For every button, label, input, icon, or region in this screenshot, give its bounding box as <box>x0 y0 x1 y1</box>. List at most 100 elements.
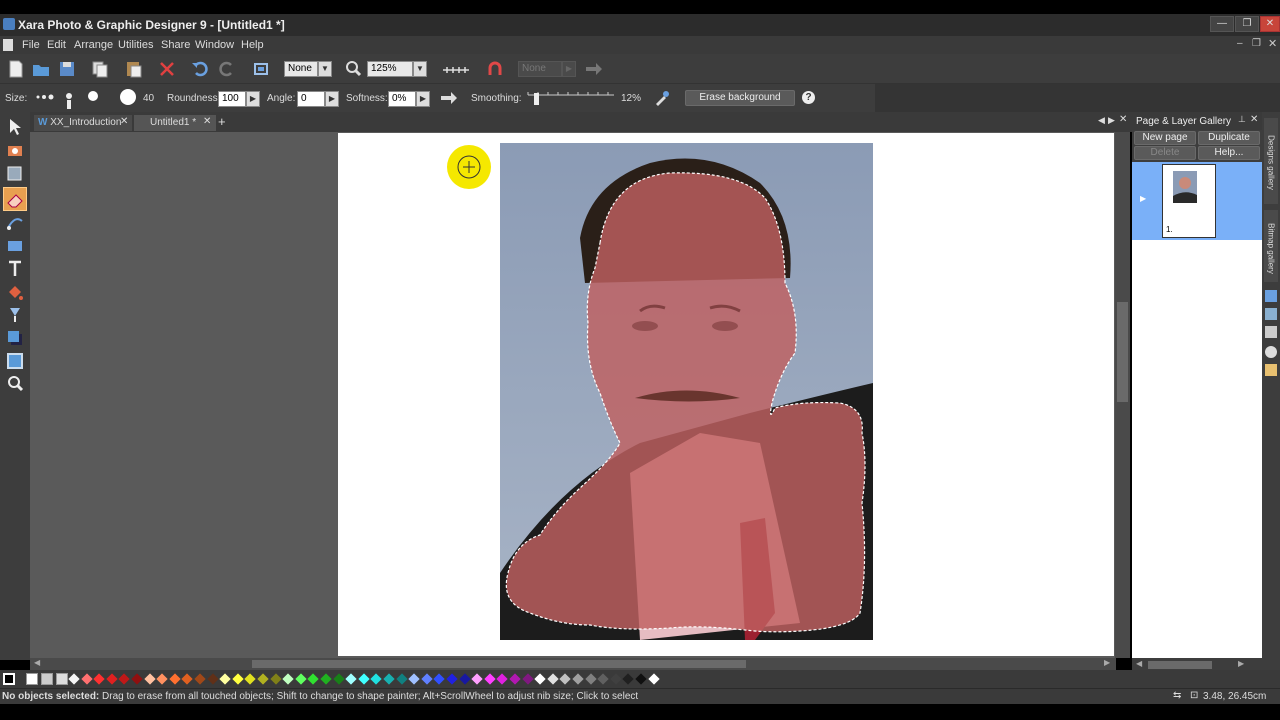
colour-swatch[interactable] <box>358 673 370 685</box>
roundness-arrow[interactable]: ▶ <box>246 91 260 107</box>
colour-swatch[interactable] <box>332 673 345 685</box>
size-medium-nib-icon[interactable] <box>86 89 100 103</box>
help-icon[interactable]: ? <box>802 91 815 104</box>
delete-icon[interactable] <box>157 59 177 79</box>
colour-swatch[interactable] <box>635 673 647 685</box>
colour-swatch[interactable] <box>408 673 420 685</box>
horizontal-scrollbar[interactable]: ◀ ▶ <box>30 658 1116 670</box>
colour-swatch[interactable] <box>156 673 168 685</box>
roundness-field[interactable]: 100 <box>218 91 246 107</box>
menu-utilities[interactable]: Utilities <box>118 39 153 51</box>
colour-editor-icon[interactable] <box>3 673 15 685</box>
page-thumbnail[interactable]: 1. <box>1162 164 1216 238</box>
scroll-right-icon[interactable]: ▶ <box>1104 658 1110 667</box>
expand-arrow-icon[interactable]: ▶ <box>1140 194 1146 203</box>
colour-swatch[interactable] <box>93 673 105 685</box>
colour-swatch[interactable] <box>106 673 118 685</box>
colour-swatch[interactable] <box>131 673 143 685</box>
doc-close-button[interactable]: ✕ <box>1268 37 1277 50</box>
colour-swatch[interactable] <box>68 673 80 685</box>
colour-swatch[interactable] <box>395 673 408 685</box>
softness-arrow[interactable]: ▶ <box>416 91 430 107</box>
tab-bar-close-icon[interactable]: ✕ <box>1119 114 1127 125</box>
new-tab-icon[interactable]: + <box>218 114 226 129</box>
open-folder-icon[interactable] <box>31 59 51 79</box>
zoom-tool-icon[interactable] <box>5 374 25 394</box>
colour-swatch[interactable] <box>547 673 559 685</box>
magnet-snap-icon[interactable] <box>485 59 505 79</box>
tab-scroll-right-icon[interactable]: ▶ <box>1108 115 1115 126</box>
colour-picker-icon[interactable] <box>41 673 53 685</box>
colour-swatch[interactable] <box>534 673 546 685</box>
colour-swatch[interactable] <box>307 673 320 685</box>
gallery-scroll-right-icon[interactable]: ▶ <box>1238 659 1244 668</box>
rectangle-tool-icon[interactable] <box>5 236 25 256</box>
colour-swatch[interactable] <box>496 673 509 685</box>
colour-swatch[interactable] <box>433 673 446 685</box>
quality-dropdown-arrow[interactable]: ▼ <box>318 61 332 77</box>
colour-swatch[interactable] <box>458 673 471 685</box>
menu-share[interactable]: Share <box>161 39 190 51</box>
scroll-left-icon[interactable]: ◀ <box>34 658 40 667</box>
colour-swatch[interactable] <box>559 673 572 685</box>
colour-swatch[interactable] <box>143 673 156 685</box>
gallery-help-button[interactable]: Help... <box>1198 146 1260 160</box>
shape-editor-tool-icon[interactable] <box>5 213 25 233</box>
new-document-icon[interactable] <box>6 59 26 79</box>
text-tool-icon[interactable] <box>5 259 25 279</box>
colour-swatch[interactable] <box>647 673 660 685</box>
colour-swatch[interactable] <box>219 673 231 685</box>
colour-swatch[interactable] <box>269 673 282 685</box>
colour-swatch[interactable] <box>572 673 584 685</box>
colour-swatch[interactable] <box>471 673 483 685</box>
no-colour-swatch[interactable] <box>26 673 38 685</box>
tab-scroll-left-icon[interactable]: ◀ <box>1098 115 1105 126</box>
colour-swatch[interactable] <box>244 673 257 685</box>
app-icon[interactable] <box>3 18 15 30</box>
designs-gallery-tab[interactable]: Designs gallery <box>1264 118 1278 204</box>
pin-icon[interactable]: ⊥ <box>1238 114 1246 125</box>
doc-restore-button[interactable]: ❐ <box>1252 38 1261 49</box>
angle-arrow[interactable]: ▶ <box>325 91 339 107</box>
colour-swatch[interactable] <box>383 673 395 685</box>
colour-swatch[interactable] <box>370 673 383 685</box>
colour-swatch[interactable] <box>509 673 521 685</box>
colour-swatch[interactable] <box>257 673 269 685</box>
gallery-close-icon[interactable]: ✕ <box>1250 114 1258 125</box>
horizontal-scroll-thumb[interactable] <box>252 660 746 668</box>
colour-swatch[interactable] <box>597 673 609 685</box>
fill-tool-icon[interactable] <box>5 282 25 302</box>
colour-swatch[interactable] <box>295 673 307 685</box>
fill-gallery-icon[interactable] <box>1265 290 1277 302</box>
tab-close-icon[interactable]: ✕ <box>120 116 128 127</box>
close-button[interactable]: ✕ <box>1260 16 1280 32</box>
copy-icon[interactable] <box>90 59 110 79</box>
menu-arrange[interactable]: Arrange <box>74 39 113 51</box>
size-small-nib-icon[interactable] <box>35 90 59 104</box>
colour-swatch[interactable] <box>282 673 294 685</box>
bitmap-gallery-tab[interactable]: Bitmap gallery <box>1264 210 1278 282</box>
colour-swatch[interactable] <box>118 673 131 685</box>
softness-field[interactable]: 0% <box>388 91 416 107</box>
name-gallery-icon[interactable] <box>1265 364 1277 376</box>
colour-swatch[interactable] <box>181 673 194 685</box>
colour-swatch[interactable] <box>584 673 597 685</box>
zoom-dropdown-arrow[interactable]: ▼ <box>413 61 427 77</box>
snap-icon[interactable]: ⇆ <box>1173 690 1181 701</box>
vertical-scrollbar[interactable] <box>1115 132 1130 658</box>
ruler-icon[interactable] <box>441 63 471 77</box>
colour-swatch[interactable] <box>232 673 244 685</box>
colour-swatch[interactable] <box>622 673 635 685</box>
portrait-photo[interactable] <box>500 143 873 640</box>
colour-swatch[interactable] <box>206 673 219 685</box>
colour-swatch[interactable] <box>194 673 206 685</box>
menu-edit[interactable]: Edit <box>47 39 66 51</box>
colour-swatch[interactable] <box>521 673 534 685</box>
zoom-to-page-icon[interactable] <box>251 59 271 79</box>
font-gallery-icon[interactable] <box>1265 326 1277 338</box>
quality-select[interactable]: None <box>284 61 318 77</box>
colour-swatch[interactable] <box>446 673 458 685</box>
gallery-scroll-thumb[interactable] <box>1148 661 1212 669</box>
colour-swatch[interactable] <box>345 673 357 685</box>
gallery-scroll-left-icon[interactable]: ◀ <box>1136 659 1142 668</box>
